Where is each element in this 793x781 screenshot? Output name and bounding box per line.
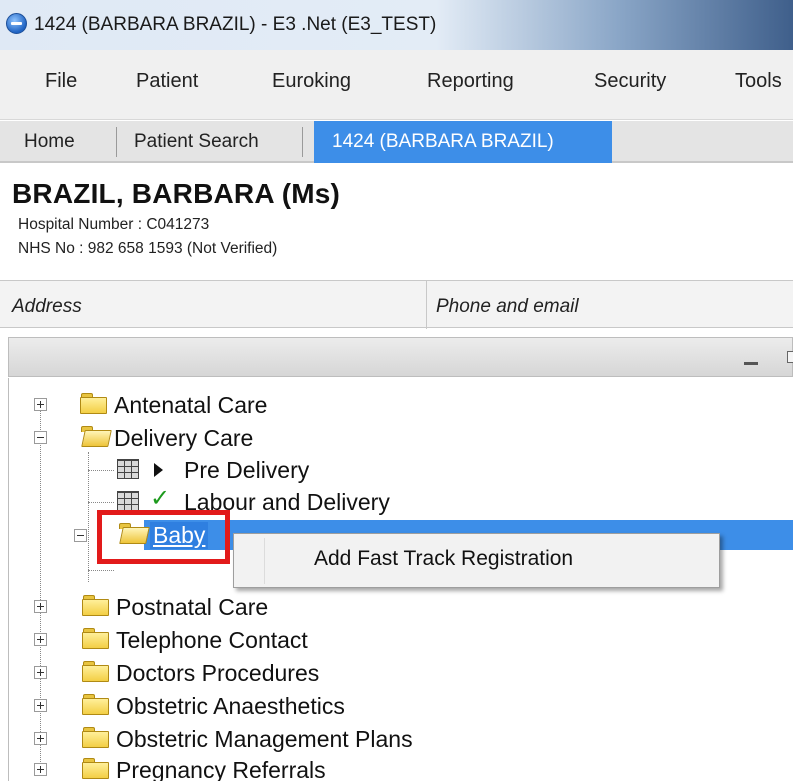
tree-node-delivery-care[interactable]: Delivery Care xyxy=(114,425,253,452)
menu-patient[interactable]: Patient xyxy=(136,70,198,93)
form-grid-icon xyxy=(117,491,139,511)
tree-line xyxy=(88,502,114,503)
app-icon xyxy=(6,13,27,34)
menu-security[interactable]: Security xyxy=(594,70,666,93)
tab-separator xyxy=(302,127,303,157)
menu-reporting[interactable]: Reporting xyxy=(427,70,514,93)
folder-icon xyxy=(82,727,110,748)
tree-line xyxy=(40,410,41,770)
tab-home[interactable]: Home xyxy=(24,121,75,163)
folder-icon xyxy=(80,393,108,414)
collapse-icon[interactable] xyxy=(74,529,87,542)
window-title: 1424 (BARBARA BRAZIL) - E3 .Net (E3_TEST… xyxy=(34,14,437,35)
tree-node-obstetric-anaesthetics[interactable]: Obstetric Anaesthetics xyxy=(116,693,345,720)
menu-tools[interactable]: Tools xyxy=(735,70,782,93)
tree-line xyxy=(88,470,114,471)
tree-node-pre-delivery[interactable]: Pre Delivery xyxy=(184,457,309,484)
open-folder-icon xyxy=(80,426,112,447)
play-icon xyxy=(154,463,163,477)
folder-icon xyxy=(82,595,110,616)
tab-separator xyxy=(116,127,117,157)
menu-bar: File Patient Euroking Reporting Security… xyxy=(0,50,793,120)
folder-icon xyxy=(82,694,110,715)
expand-icon[interactable] xyxy=(34,666,47,679)
folder-icon xyxy=(82,758,110,779)
patient-name: BRAZIL, BARBARA (Ms) xyxy=(12,178,341,209)
nhs-number: NHS No : 982 658 1593 (Not Verified) xyxy=(18,240,278,257)
menu-euroking[interactable]: Euroking xyxy=(272,70,351,93)
context-menu-gutter xyxy=(264,538,265,584)
address-column-header[interactable]: Address xyxy=(12,296,82,318)
tab-patient-search[interactable]: Patient Search xyxy=(134,121,259,163)
folder-icon xyxy=(82,661,110,682)
menu-file[interactable]: File xyxy=(45,70,77,93)
restore-icon[interactable] xyxy=(787,351,793,363)
tree-node-doctors-procedures[interactable]: Doctors Procedures xyxy=(116,660,319,687)
context-menu: Add Fast Track Registration xyxy=(233,533,720,588)
tree-panel-toolbar xyxy=(8,337,793,377)
minimize-icon[interactable] xyxy=(744,362,758,365)
patient-details-header: Address Phone and email xyxy=(0,280,793,329)
form-grid-icon xyxy=(117,459,139,479)
collapse-icon[interactable] xyxy=(34,431,47,444)
column-divider xyxy=(426,281,427,329)
expand-icon[interactable] xyxy=(34,398,47,411)
expand-icon[interactable] xyxy=(34,732,47,745)
tree-node-postnatal-care[interactable]: Postnatal Care xyxy=(116,594,268,621)
expand-icon[interactable] xyxy=(34,600,47,613)
tab-bar: Home Patient Search 1424 (BARBARA BRAZIL… xyxy=(0,121,793,163)
tab-patient-record[interactable]: 1424 (BARBARA BRAZIL) xyxy=(314,121,612,163)
expand-icon[interactable] xyxy=(34,699,47,712)
title-bar: 1424 (BARBARA BRAZIL) - E3 .Net (E3_TEST… xyxy=(0,0,793,50)
tree-line xyxy=(88,452,89,582)
tree-node-obstetric-management-plans[interactable]: Obstetric Management Plans xyxy=(116,726,413,753)
highlight-annotation-box xyxy=(97,510,230,564)
checkmark-icon: ✓ xyxy=(150,485,171,512)
tree-node-telephone-contact[interactable]: Telephone Contact xyxy=(116,627,308,654)
folder-icon xyxy=(82,628,110,649)
tree-node-pregnancy-referrals[interactable]: Pregnancy Referrals xyxy=(116,757,326,781)
tree-node-antenatal-care[interactable]: Antenatal Care xyxy=(114,392,267,419)
hospital-number: Hospital Number : C041273 xyxy=(18,216,210,233)
phone-email-column-header[interactable]: Phone and email xyxy=(436,296,579,318)
expand-icon[interactable] xyxy=(34,633,47,646)
context-menu-item-add-fast-track-registration[interactable]: Add Fast Track Registration xyxy=(314,547,573,571)
expand-icon[interactable] xyxy=(34,763,47,776)
tree-line xyxy=(88,570,114,571)
